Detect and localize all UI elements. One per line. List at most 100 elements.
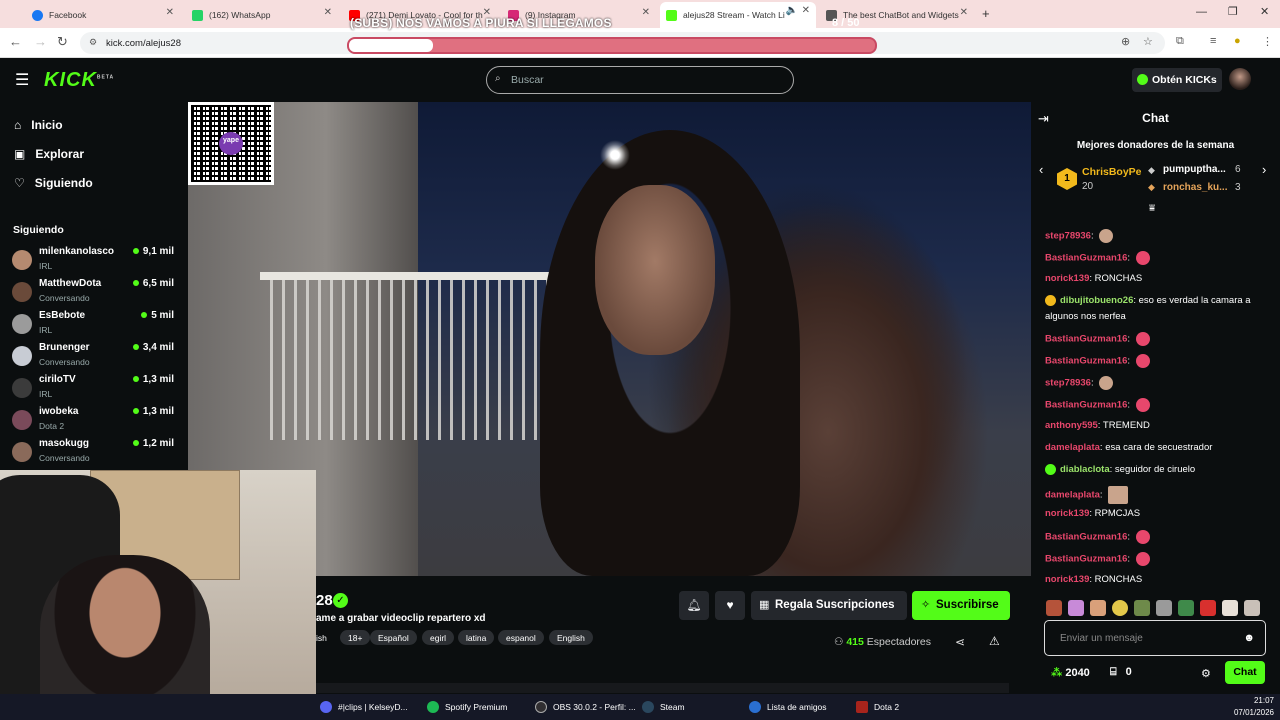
emote-icon[interactable] <box>1244 600 1260 616</box>
kick-logo[interactable]: KICKBETA <box>44 69 114 92</box>
chat-username[interactable]: anthony595 <box>1045 420 1098 431</box>
extensions-icon[interactable]: ⧉ <box>1176 35 1184 48</box>
tab-whatsapp[interactable]: (162) WhatsApp ✕ <box>186 4 338 26</box>
sidebar-item-matthewdota[interactable]: MatthewDota Conversando 6,5 mil <box>12 278 178 310</box>
chat-username[interactable]: norick139 <box>1045 508 1089 519</box>
sidebar-item-iwobeka[interactable]: iwobeka Dota 2 1,3 mil <box>12 406 178 438</box>
chat-message: norick139: RPMCJAS <box>1045 508 1141 519</box>
chat-username[interactable]: norick139 <box>1045 574 1089 585</box>
close-icon[interactable]: ✕ <box>166 7 174 18</box>
subscribe-button[interactable]: ✧ Suscribirse <box>912 591 1010 620</box>
close-icon[interactable]: ✕ <box>642 7 650 18</box>
new-tab-icon[interactable]: + <box>982 6 990 21</box>
tab-kick-stream[interactable]: alejus28 Stream - Watch Li 🔈 ✕ <box>660 2 816 28</box>
taskbar-item-friends[interactable]: Lista de amigos <box>749 701 827 713</box>
filter-icon[interactable]: ⩸ <box>1149 203 1155 214</box>
get-kicks-button[interactable]: Obtén KICKs <box>1132 68 1222 92</box>
emote-icon[interactable] <box>1156 600 1172 616</box>
sidebar-item-inicio[interactable]: ⌂ Inicio <box>14 118 63 132</box>
chat-username[interactable]: BastianGuzman16 <box>1045 356 1127 367</box>
tag-item[interactable]: latina <box>458 630 495 645</box>
gear-icon[interactable]: ⚙ <box>1201 667 1211 680</box>
close-icon[interactable]: ✕ <box>324 7 332 18</box>
chat-username[interactable]: step78936 <box>1045 231 1091 242</box>
taskbar-item-dota[interactable]: Dota 2 <box>856 701 899 713</box>
chat-username[interactable]: damelaplata <box>1045 442 1100 453</box>
tag-item[interactable]: egirl <box>422 630 455 645</box>
chat-username[interactable]: BastianGuzman16 <box>1045 532 1127 543</box>
sidebar-item-cirilotv[interactable]: ciriloTV IRL 1,3 mil <box>12 374 178 406</box>
clock-date[interactable]: 07/01/2026 <box>1226 708 1274 717</box>
window-close-icon[interactable]: ✕ <box>1260 5 1269 18</box>
sidebar-item-brunenger[interactable]: Brunenger Conversando 3,4 mil <box>12 342 178 374</box>
site-info-icon[interactable]: ⚙ <box>89 37 97 48</box>
minimize-icon[interactable]: — <box>1196 6 1207 18</box>
profile-icon[interactable]: ● <box>1234 35 1241 47</box>
notification-bell-button[interactable]: 🔔︎ <box>679 591 709 620</box>
bookmark-star-icon[interactable]: ☆ <box>1143 35 1153 48</box>
tag-item[interactable]: Español <box>370 630 417 645</box>
sidebar-item-explorar[interactable]: ▣ Explorar <box>14 147 84 161</box>
emote-icon[interactable] <box>1222 600 1238 616</box>
emote-icon[interactable] <box>1200 600 1216 616</box>
chat-username[interactable]: BastianGuzman16 <box>1045 554 1127 565</box>
media-icon[interactable]: ≡ <box>1210 35 1216 47</box>
tab-facebook[interactable]: Facebook ✕ <box>26 4 180 26</box>
zoom-icon[interactable]: ⊕ <box>1121 35 1130 48</box>
donor-name[interactable]: ChrisBoyPe <box>1082 166 1142 178</box>
qr-brand: yape <box>219 131 243 155</box>
forward-icon[interactable]: → <box>34 34 47 49</box>
avatar[interactable] <box>1229 68 1251 90</box>
tag-item[interactable]: espanol <box>498 630 544 645</box>
channel-points[interactable]: ⁂ 2040 <box>1051 666 1090 679</box>
emote-icon[interactable] <box>1134 600 1150 616</box>
chat-username[interactable]: damelaplata <box>1045 490 1100 501</box>
back-icon[interactable]: ← <box>9 34 22 49</box>
report-icon[interactable]: ⚠ <box>989 634 1000 648</box>
follow-button[interactable]: ♥ <box>715 591 745 620</box>
chat-username[interactable]: BastianGuzman16 <box>1045 334 1127 345</box>
sidebar-item-milenkanolasco[interactable]: milenkanolasco IRL 9,1 mil <box>12 246 178 278</box>
sidebar-item-masokugg[interactable]: masokugg Conversando 1,2 mil <box>12 438 178 470</box>
tag-item[interactable]: 18+ <box>340 630 371 645</box>
donor-name[interactable]: pumpuptha... <box>1163 164 1226 175</box>
chat-username[interactable]: diablaclota <box>1060 464 1110 475</box>
chat-message-input[interactable]: Enviar un mensaje ☻ <box>1044 620 1266 656</box>
send-chat-button[interactable]: Chat <box>1225 661 1265 684</box>
gift-subs-button[interactable]: ▦ Regala Suscripciones <box>751 591 907 620</box>
emote-icon[interactable] <box>1068 600 1084 616</box>
chevron-left-icon[interactable]: ‹ <box>1039 162 1043 177</box>
chat-username[interactable]: BastianGuzman16 <box>1045 253 1127 264</box>
restore-icon[interactable]: ❐ <box>1228 5 1238 18</box>
emote-icon[interactable] <box>1046 600 1062 616</box>
reload-icon[interactable]: ↻ <box>57 34 68 50</box>
menu-dots-icon[interactable]: ⋮ <box>1262 35 1273 48</box>
emote-icon[interactable] <box>1112 600 1128 616</box>
emoji-picker-icon[interactable]: ☻ <box>1243 632 1255 644</box>
taskbar-item-steam[interactable]: Steam <box>642 701 685 713</box>
discord-icon <box>320 701 332 713</box>
chat-username[interactable]: step78936 <box>1045 378 1091 389</box>
taskbar-item-spotify[interactable]: Spotify Premium <box>427 701 507 713</box>
tag-item[interactable]: English <box>549 630 593 645</box>
tag-item[interactable]: ish <box>316 633 327 643</box>
clock-time[interactable]: 21:07 <box>1232 696 1274 705</box>
hamburger-menu-icon[interactable]: ☰ <box>15 70 29 90</box>
chat-username[interactable]: dibujitobueno26 <box>1060 295 1133 306</box>
donor-name[interactable]: ronchas_ku... <box>1163 182 1227 193</box>
search-input[interactable]: ⌕ Buscar <box>486 66 794 94</box>
taskbar-item-obs[interactable]: OBS 30.0.2 - Perfil: ... <box>535 701 636 713</box>
emote-icon[interactable] <box>1178 600 1194 616</box>
drops-counter[interactable]: ⌸ 0 <box>1110 666 1132 679</box>
speaker-icon[interactable]: 🔈 <box>786 5 798 16</box>
share-icon[interactable]: ⋖ <box>955 635 965 649</box>
chevron-right-icon[interactable]: › <box>1262 162 1266 177</box>
chat-username[interactable]: BastianGuzman16 <box>1045 400 1127 411</box>
chat-username[interactable]: norick139 <box>1045 273 1089 284</box>
sidebar-item-esbebote[interactable]: EsBebote IRL 5 mil <box>12 310 178 342</box>
sidebar-item-siguiendo[interactable]: ♡ Siguiendo <box>14 176 93 190</box>
taskbar-item-discord[interactable]: #|clips | KelseyD... <box>320 701 408 713</box>
close-icon[interactable]: ✕ <box>960 7 968 18</box>
close-icon[interactable]: ✕ <box>802 5 810 16</box>
emote-icon[interactable] <box>1090 600 1106 616</box>
